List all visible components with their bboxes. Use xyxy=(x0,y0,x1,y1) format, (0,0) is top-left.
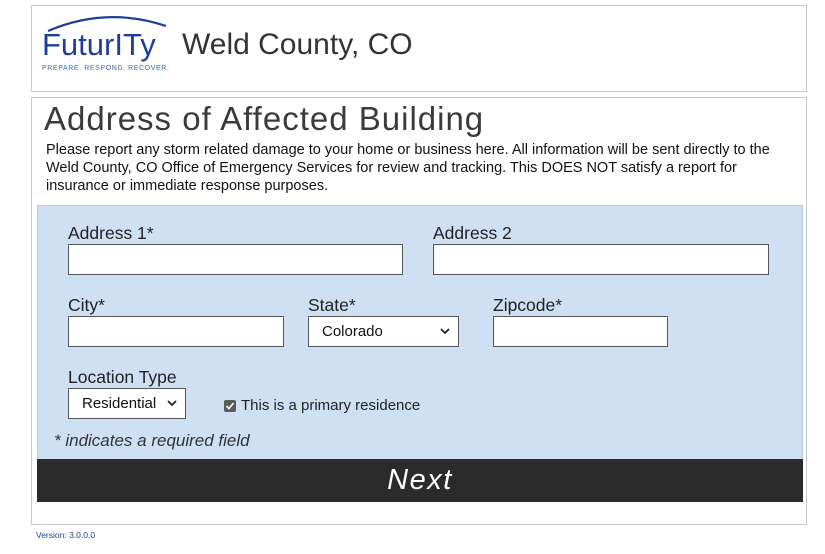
chevron-down-icon xyxy=(167,400,177,407)
main-card: Address of Affected Building Please repo… xyxy=(31,97,807,525)
county-title: Weld County, CO xyxy=(182,28,413,61)
zip-label: Zipcode* xyxy=(493,295,563,315)
state-select-value: Colorado xyxy=(322,323,383,340)
chevron-down-icon xyxy=(440,328,450,335)
address2-label: Address 2 xyxy=(433,223,512,243)
primary-residence-option[interactable]: This is a primary residence xyxy=(224,397,420,414)
intro-text: Please report any storm related damage t… xyxy=(46,142,770,194)
address2-input[interactable] xyxy=(433,244,769,275)
state-label: State* xyxy=(308,295,356,315)
header: FuturITy PREPARE. RESPOND. RECOVER. Weld… xyxy=(31,5,807,92)
city-input[interactable] xyxy=(68,316,284,347)
logo-tagline: PREPARE. RESPOND. RECOVER. xyxy=(42,65,170,72)
next-button[interactable]: Next xyxy=(37,459,803,502)
required-field-note: * indicates a required field xyxy=(54,431,250,450)
location-type-select[interactable]: Residential xyxy=(68,388,186,419)
futurity-logo: FuturITy PREPARE. RESPOND. RECOVER. xyxy=(42,12,172,76)
address-form: Address 1* Address 2 City* State* Colora… xyxy=(37,205,803,460)
logo-wordmark: FuturITy xyxy=(42,27,156,62)
page-title: Address of Affected Building xyxy=(44,100,485,137)
primary-residence-checkbox[interactable] xyxy=(224,399,236,412)
location-type-label: Location Type xyxy=(68,367,177,387)
state-select[interactable]: Colorado xyxy=(308,316,459,347)
address1-label: Address 1* xyxy=(68,223,154,243)
zip-input[interactable] xyxy=(493,316,668,347)
primary-residence-label: This is a primary residence xyxy=(241,397,421,414)
address1-input[interactable] xyxy=(68,244,403,275)
checkmark-icon xyxy=(225,401,235,410)
city-label: City* xyxy=(68,295,105,315)
version-label: Version: 3.0.0.0 xyxy=(36,530,96,540)
location-type-value: Residential xyxy=(82,395,157,412)
